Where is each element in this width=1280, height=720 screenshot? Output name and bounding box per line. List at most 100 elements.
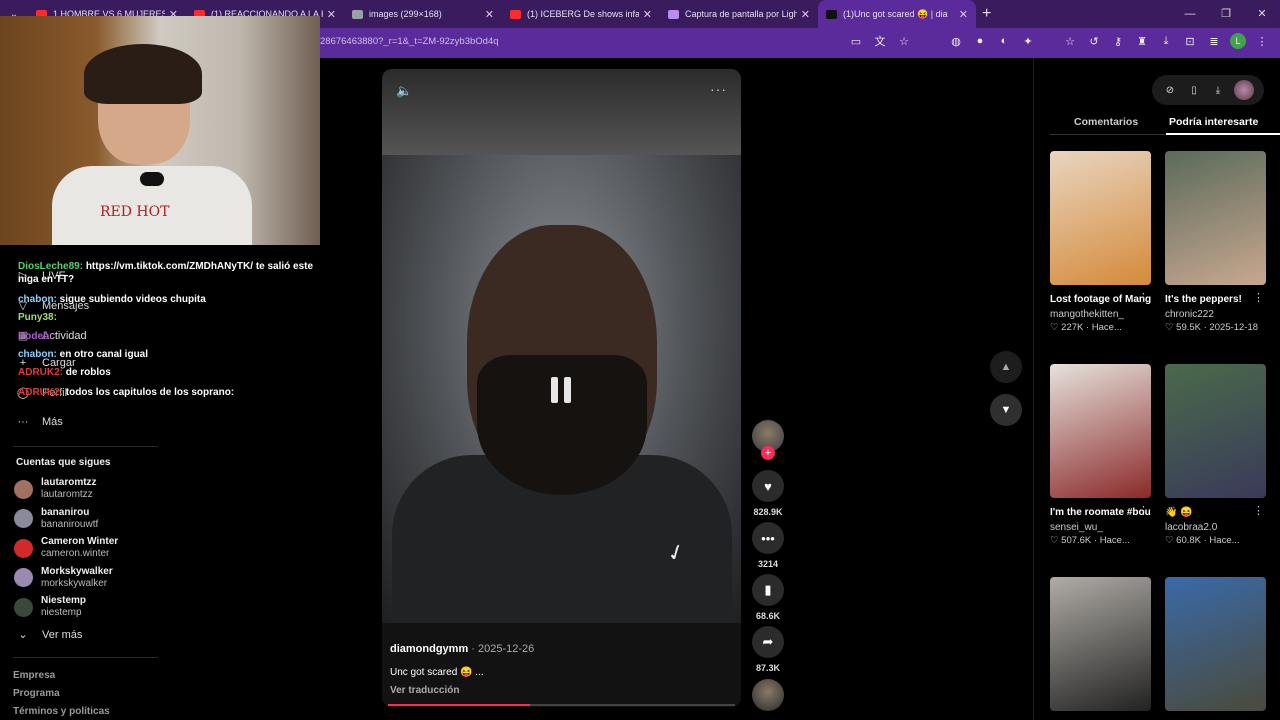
video-date: · 2025-12-26 bbox=[471, 643, 535, 655]
share-button[interactable]: ➦ 87.3K bbox=[752, 626, 784, 673]
left-sidebar: ▷ LIVE ▽ Mensajes ▣ Actividad + Cargar ◯ Perf… bbox=[0, 245, 313, 720]
following-account[interactable]: Cameron Winter cameron.winter bbox=[14, 536, 118, 560]
suggested-video-card[interactable]: I'm the roomate #boulder...sensei_wu_♡ 5… bbox=[1050, 364, 1151, 546]
password-icon[interactable]: ⚷ bbox=[1110, 33, 1126, 49]
downloads-icon[interactable]: ⤓ bbox=[1158, 33, 1174, 49]
chat-message: DiosLeche89: https://vm.tiktok.com/ZMDhA… bbox=[18, 261, 314, 272]
menu-icon[interactable]: ⋮ bbox=[1254, 33, 1270, 49]
more-icon[interactable]: ⋮ bbox=[1138, 291, 1149, 304]
close-window-icon[interactable]: ✕ bbox=[1244, 0, 1280, 28]
close-tab-icon[interactable]: ✕ bbox=[327, 8, 336, 21]
more-options-icon[interactable]: ··· bbox=[710, 81, 727, 97]
tab-suggested[interactable]: Podría interesarte bbox=[1169, 116, 1258, 128]
browser-tab[interactable]: (1)Unc got scared 😝 | dia ✕ bbox=[818, 0, 976, 28]
avatar bbox=[14, 509, 33, 528]
more-icon[interactable]: ⋮ bbox=[1138, 504, 1149, 517]
avatar bbox=[14, 597, 33, 617]
tab-favicon-icon bbox=[510, 9, 521, 19]
nav-more[interactable]: ··· Más bbox=[16, 416, 63, 428]
following-account[interactable]: Niestemp niestemp bbox=[14, 595, 86, 619]
minimize-icon[interactable]: — bbox=[1172, 0, 1208, 28]
close-tab-icon[interactable]: ✕ bbox=[485, 8, 494, 21]
suggested-video-card[interactable]: Lost footage of Mango attemptin...mangot… bbox=[1050, 151, 1151, 333]
video-caption: Unc got scared 😝 ... bbox=[390, 667, 484, 678]
like-button[interactable]: ♥ 828.9K bbox=[752, 470, 784, 517]
pause-icon[interactable] bbox=[540, 369, 582, 411]
extension-icon[interactable]: ◍ bbox=[948, 33, 964, 49]
browser-tab[interactable]: images (299×168) ✕ bbox=[344, 0, 502, 28]
restore-icon[interactable]: ❐ bbox=[1208, 0, 1244, 28]
video-thumbnail[interactable] bbox=[1165, 577, 1266, 711]
bookmark-star-icon[interactable]: ☆ bbox=[896, 33, 912, 49]
suggested-video-card[interactable]: 👋 😝 lacobraa2.0 ♡ 60.8K · Hace... ⋮ bbox=[1165, 364, 1266, 546]
previous-video-button[interactable]: ▲ bbox=[990, 351, 1022, 383]
favorites-icon[interactable]: ☆ bbox=[1062, 33, 1078, 49]
chevron-down-icon: ▼ bbox=[1000, 404, 1012, 416]
follow-plus-icon[interactable]: + bbox=[761, 446, 775, 460]
user-avatar[interactable] bbox=[1234, 80, 1254, 100]
next-video-button[interactable]: ▼ bbox=[990, 394, 1022, 426]
shirt-print: RED HOT bbox=[100, 204, 170, 220]
video-thumbnail[interactable] bbox=[1050, 577, 1151, 711]
new-tab-button[interactable]: + bbox=[982, 5, 991, 23]
history-icon[interactable]: ↺ bbox=[1086, 33, 1102, 49]
chat-message: ADRUK2: de roblos bbox=[18, 367, 111, 378]
video-progress-bar[interactable] bbox=[388, 704, 735, 706]
extension-icon[interactable]: ● bbox=[972, 33, 988, 49]
download-icon[interactable]: ⤓ bbox=[1210, 85, 1226, 96]
avatar bbox=[14, 479, 33, 499]
volume-icon[interactable]: 🔈 bbox=[396, 83, 412, 99]
cast-icon[interactable]: ▭ bbox=[848, 33, 864, 49]
video-thumbnail[interactable] bbox=[1050, 151, 1151, 285]
puzzle-icon[interactable]: ✦ bbox=[1020, 33, 1036, 49]
more-icon: ··· bbox=[17, 416, 29, 428]
chat-message: ADRUK2: todos los capitulos de los sopra… bbox=[18, 387, 235, 398]
video-author[interactable]: diamondgymm · 2025-12-26 bbox=[390, 643, 534, 655]
close-tab-icon[interactable]: ✕ bbox=[643, 8, 652, 21]
suggested-video-card[interactable]: It's the peppers! chronic222 ♡ 59.5K · 202… bbox=[1165, 151, 1266, 333]
translate-link[interactable]: Ver traducción bbox=[390, 685, 459, 696]
footer-program[interactable]: Programa bbox=[13, 688, 60, 699]
save-button[interactable]: ▮ 68.6K bbox=[752, 574, 784, 621]
headset-mic bbox=[140, 172, 164, 186]
footer-terms[interactable]: Términos y políticas bbox=[13, 706, 110, 717]
suggested-video-card[interactable] bbox=[1050, 577, 1151, 720]
url-field[interactable]: 28676463880?_r=1&_t=ZM-92zyb3bOd4q bbox=[320, 36, 499, 47]
chat-message: Rodeb: bbox=[18, 331, 53, 342]
tab-favicon-icon bbox=[352, 9, 363, 19]
avatar bbox=[14, 568, 33, 587]
chat-message: chabon: en otro canal igual bbox=[18, 349, 149, 360]
comment-button[interactable]: ••• 3214 bbox=[752, 522, 784, 569]
chat-message: Puny38: bbox=[18, 312, 57, 323]
chat-message: chabon: sigue subiendo videos chupita bbox=[18, 294, 206, 305]
device-icon[interactable]: ▯ bbox=[1186, 85, 1202, 96]
tab-comments[interactable]: Comentarios bbox=[1074, 116, 1138, 128]
more-icon[interactable]: ⋮ bbox=[1253, 504, 1264, 517]
chat-message: niga en TT? bbox=[18, 274, 75, 285]
divider bbox=[13, 446, 158, 447]
following-account[interactable]: Morkskywalker morkskywalker bbox=[14, 566, 113, 590]
next-video-avatar[interactable] bbox=[752, 679, 784, 711]
reading-list-icon[interactable]: ≣ bbox=[1206, 33, 1222, 49]
video-thumbnail[interactable] bbox=[1165, 364, 1266, 498]
browser-tab[interactable]: (1) ICEBERG De shows infantile✕ bbox=[502, 0, 660, 28]
compass-icon[interactable]: ⊘ bbox=[1162, 85, 1178, 96]
video-thumbnail[interactable] bbox=[1050, 364, 1151, 498]
close-tab-icon[interactable]: ✕ bbox=[801, 8, 810, 21]
close-tab-icon[interactable]: ✕ bbox=[959, 8, 968, 21]
extension-icon[interactable]: ◐ bbox=[996, 33, 1012, 49]
see-more-button[interactable]: ⌄ Ver más bbox=[16, 628, 82, 642]
video-thumbnail[interactable] bbox=[1165, 151, 1266, 285]
following-account[interactable]: bananirou bananirouwtf bbox=[14, 507, 98, 531]
following-account[interactable]: lautaromtzz lautaromtzz bbox=[14, 477, 97, 501]
extensions-icon[interactable]: ♜ bbox=[1134, 33, 1150, 49]
browser-tab[interactable]: Captura de pantalla por Lightsh✕ bbox=[660, 0, 818, 28]
video-player[interactable]: ✓ 🔈 ··· diamondgymm · 2025-12-26 Unc got… bbox=[382, 69, 741, 707]
screenshot-icon[interactable]: ⊡ bbox=[1182, 33, 1198, 49]
profile-avatar[interactable]: L bbox=[1230, 33, 1246, 49]
translate-icon[interactable]: 文 bbox=[872, 33, 888, 49]
more-icon[interactable]: ⋮ bbox=[1253, 291, 1264, 304]
footer-company[interactable]: Empresa bbox=[13, 670, 55, 681]
suggested-video-card[interactable] bbox=[1165, 577, 1266, 720]
panel-toolbar: ⊘ ▯ ⤓ bbox=[1152, 75, 1264, 105]
